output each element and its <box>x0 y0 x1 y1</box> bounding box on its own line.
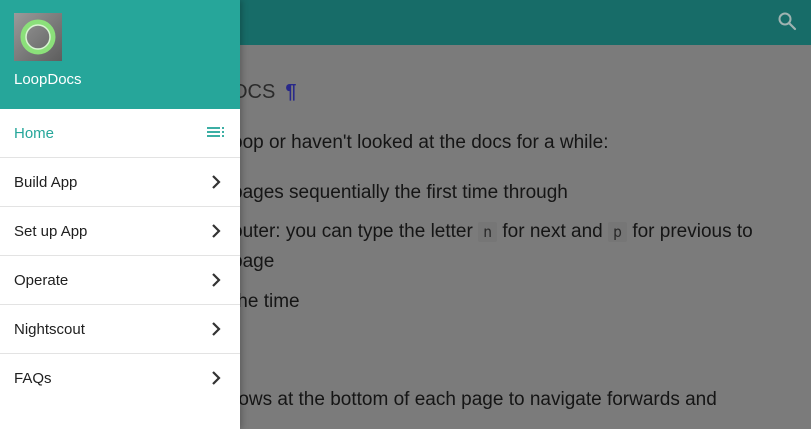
nav-item-label: Nightscout <box>14 320 85 338</box>
brand-name[interactable]: LoopDocs <box>14 71 82 88</box>
toc-icon[interactable] <box>206 123 226 143</box>
content-line: the time <box>232 291 300 312</box>
nav-item-label: Build App <box>14 173 78 191</box>
nav-item-label: FAQs <box>14 369 52 387</box>
chevron-right-icon <box>206 368 226 388</box>
chevron-right-icon <box>206 319 226 339</box>
nav-item-set-up-app[interactable]: Set up App <box>0 207 240 256</box>
nav-item-build-app[interactable]: Build App <box>0 158 240 207</box>
nav-item-label: Set up App <box>14 222 88 240</box>
drawer-nav: Home Build App Set up App Operate Nights… <box>0 109 240 402</box>
chevron-right-icon <box>206 172 226 192</box>
navigation-drawer: LoopDocs Home Build App Set up App Opera… <box>0 0 240 429</box>
nav-item-nightscout[interactable]: Nightscout <box>0 305 240 354</box>
page-heading: ocs ¶ <box>232 81 296 104</box>
nav-item-faqs[interactable]: FAQs <box>0 354 240 402</box>
content-text: for next and <box>497 221 609 242</box>
content-text: outer: you can type the letter <box>232 221 479 242</box>
content-line: rows at the bottom of each page to navig… <box>232 389 717 410</box>
content-line: outer: you can type the letter n for nex… <box>232 221 753 243</box>
content-line: pages sequentially the first time throug… <box>232 182 568 203</box>
nav-item-label: Operate <box>14 271 69 289</box>
drawer-header: LoopDocs <box>0 0 240 109</box>
search-icon[interactable] <box>777 11 797 31</box>
content-line: oop or haven't looked at the docs for a … <box>232 132 609 153</box>
nav-item-home[interactable]: Home <box>0 109 240 158</box>
permalink-icon[interactable]: ¶ <box>285 81 296 103</box>
chevron-right-icon <box>206 270 226 290</box>
chevron-right-icon <box>206 221 226 241</box>
loop-logo-icon[interactable] <box>14 13 62 61</box>
content-text: for previous to <box>627 221 753 242</box>
key-code-p: p <box>608 222 628 242</box>
key-code-n: n <box>478 222 498 242</box>
nav-item-label: Home <box>14 124 55 142</box>
nav-item-operate[interactable]: Operate <box>0 256 240 305</box>
